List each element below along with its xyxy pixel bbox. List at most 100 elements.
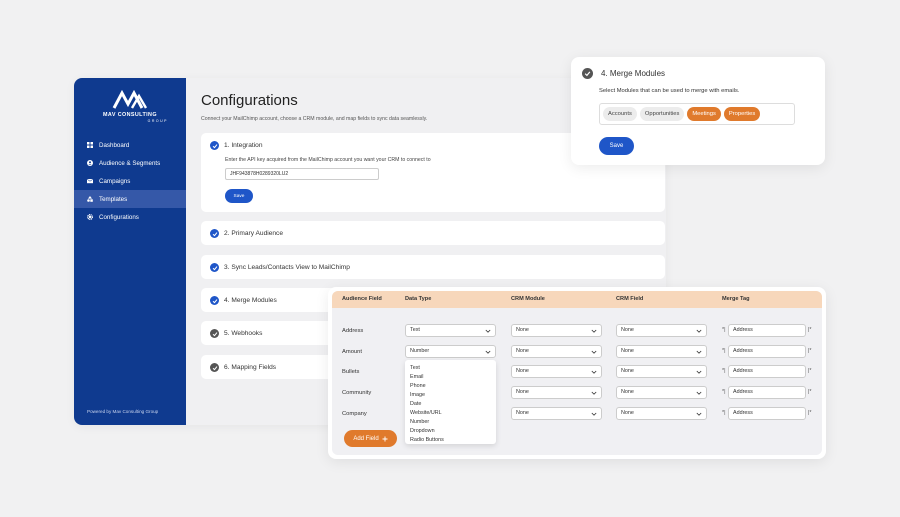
module-chip-accounts[interactable]: Accounts	[603, 107, 637, 121]
section-title: 3. Sync Leads/Contacts View to MailChimp	[224, 264, 350, 271]
check-icon	[210, 296, 219, 305]
data-type-option[interactable]: Website/URL	[410, 409, 496, 418]
merge-tag-input[interactable]: Address	[728, 407, 806, 420]
sidebar-item-label: Templates	[99, 195, 128, 203]
data-type-dropdown-menu: Text Email Phone Image Date Website/URL Number…	[405, 360, 496, 444]
merge-tag-suffix: |*	[808, 389, 812, 395]
data-type-option[interactable]: Number	[410, 418, 496, 427]
sidebar-item-dashboard[interactable]: Dashboard	[74, 136, 186, 154]
sidebar-item-label: Campaigns	[99, 177, 131, 185]
column-header: CRM Field	[616, 296, 644, 302]
module-chip-meetings[interactable]: Meetings	[687, 107, 721, 121]
check-icon	[210, 229, 219, 238]
sidebar-item-label: Dashboard	[99, 141, 130, 149]
merge-modules-header: 4. Merge Modules	[582, 68, 665, 79]
merge-modules-description: Select Modules that can be used to merge…	[599, 88, 740, 94]
crm-field-select[interactable]: None	[616, 407, 707, 420]
chevron-down-icon	[591, 412, 597, 416]
mapping-table: Audience Field Data Type CRM Module CRM …	[332, 291, 822, 455]
chevron-down-icon	[696, 329, 702, 333]
data-type-option[interactable]: Phone	[410, 382, 496, 391]
crm-module-value: None	[516, 368, 529, 374]
chevron-down-icon	[591, 329, 597, 333]
data-type-select[interactable]: Text	[405, 324, 496, 337]
merge-tag-input[interactable]: Address	[728, 345, 806, 358]
crm-module-select[interactable]: None	[511, 365, 602, 378]
crm-module-select[interactable]: None	[511, 386, 602, 399]
envelope-icon	[87, 178, 93, 184]
sidebar-item-label: Configurations	[99, 213, 139, 221]
merge-modules-save-button[interactable]: Save	[599, 137, 634, 155]
merge-tag-suffix: |*	[808, 327, 812, 333]
add-field-label: Add Field	[353, 435, 379, 442]
merge-tag-suffix: |*	[808, 348, 812, 354]
audience-field-label: Address	[342, 328, 364, 334]
data-type-option[interactable]: Email	[410, 373, 496, 382]
mapping-table-header: Audience Field Data Type CRM Module CRM …	[332, 291, 822, 308]
api-key-input[interactable]: JHF943878H0289320LU2	[225, 168, 379, 180]
merge-tag-suffix: |*	[808, 368, 812, 374]
crm-field-value: None	[621, 368, 634, 374]
data-type-option[interactable]: Dropdown	[410, 427, 496, 436]
merge-tag-input[interactable]: Address	[728, 324, 806, 337]
section-title: 5. Webhooks	[224, 330, 263, 337]
merge-tag-prefix: *|	[722, 368, 726, 374]
merge-modules-popup: 4. Merge Modules Select Modules that can…	[571, 57, 825, 165]
check-icon	[210, 141, 219, 150]
sidebar-item-audience[interactable]: Audience & Segments	[74, 154, 186, 172]
module-chip-group: Accounts Opportunities Meetings Properti…	[599, 103, 795, 125]
audience-field-label: Company	[342, 411, 367, 417]
sidebar-item-templates[interactable]: Templates	[74, 190, 186, 208]
merge-modules-title: 4. Merge Modules	[601, 69, 666, 78]
crm-module-select[interactable]: None	[511, 407, 602, 420]
crm-field-value: None	[621, 327, 634, 333]
crm-module-select[interactable]: None	[511, 324, 602, 337]
crm-module-value: None	[516, 410, 529, 416]
plus-icon	[382, 436, 388, 441]
column-header: Merge Tag	[722, 296, 750, 302]
crm-module-select[interactable]: None	[511, 345, 602, 358]
crm-field-value: None	[621, 348, 634, 354]
module-chip-opportunities[interactable]: Opportunities	[639, 107, 685, 121]
integration-save-button[interactable]: Save	[225, 189, 253, 203]
data-type-value: Number	[410, 348, 430, 354]
chevron-down-icon	[696, 391, 702, 395]
audience-field-label: Amount	[342, 349, 362, 355]
crm-module-value: None	[516, 348, 529, 354]
check-icon	[210, 329, 219, 338]
column-header: Data Type	[405, 296, 432, 302]
merge-tag-input[interactable]: Address	[728, 386, 806, 399]
section-primary-audience[interactable]: 2. Primary Audience	[201, 221, 665, 245]
chevron-down-icon	[591, 350, 597, 354]
check-icon	[210, 263, 219, 272]
brand-group: GROUP	[147, 119, 168, 123]
section-sync-leads[interactable]: 3. Sync Leads/Contacts View to MailChimp	[201, 255, 665, 279]
merge-tag-input[interactable]: Address	[728, 365, 806, 378]
section-title: 6. Mapping Fields	[224, 364, 277, 371]
crm-field-select[interactable]: None	[616, 386, 707, 399]
data-type-select[interactable]: Number	[405, 345, 496, 358]
mapping-fields-panel: Audience Field Data Type CRM Module CRM …	[328, 287, 826, 459]
data-type-option[interactable]: Image	[410, 391, 496, 400]
module-chip-properties[interactable]: Properties	[723, 107, 761, 121]
data-type-option[interactable]: Date	[410, 400, 496, 409]
page-title: Configurations	[201, 92, 298, 109]
data-type-option[interactable]: Text	[410, 364, 496, 373]
crm-field-select[interactable]: None	[616, 365, 707, 378]
data-type-option[interactable]: Radio Buttons	[410, 436, 496, 445]
brand-name: MAV CONSULTING	[103, 112, 157, 118]
powered-by: Powered by Mav Consulting Group	[87, 409, 159, 414]
sidebar-nav: Dashboard Audience & Segments Campaigns …	[74, 136, 186, 226]
column-header: CRM Module	[511, 296, 545, 302]
crm-field-value: None	[621, 389, 634, 395]
integration-title: 1. Integration	[224, 142, 263, 149]
chevron-down-icon	[591, 391, 597, 395]
crm-module-value: None	[516, 327, 529, 333]
sidebar-item-campaigns[interactable]: Campaigns	[74, 172, 186, 190]
crm-field-select[interactable]: None	[616, 345, 707, 358]
add-field-button[interactable]: Add Field	[344, 430, 397, 447]
shapes-icon	[87, 196, 93, 202]
merge-tag-suffix: |*	[808, 410, 812, 416]
crm-field-select[interactable]: None	[616, 324, 707, 337]
sidebar-item-configurations[interactable]: Configurations	[74, 208, 186, 226]
